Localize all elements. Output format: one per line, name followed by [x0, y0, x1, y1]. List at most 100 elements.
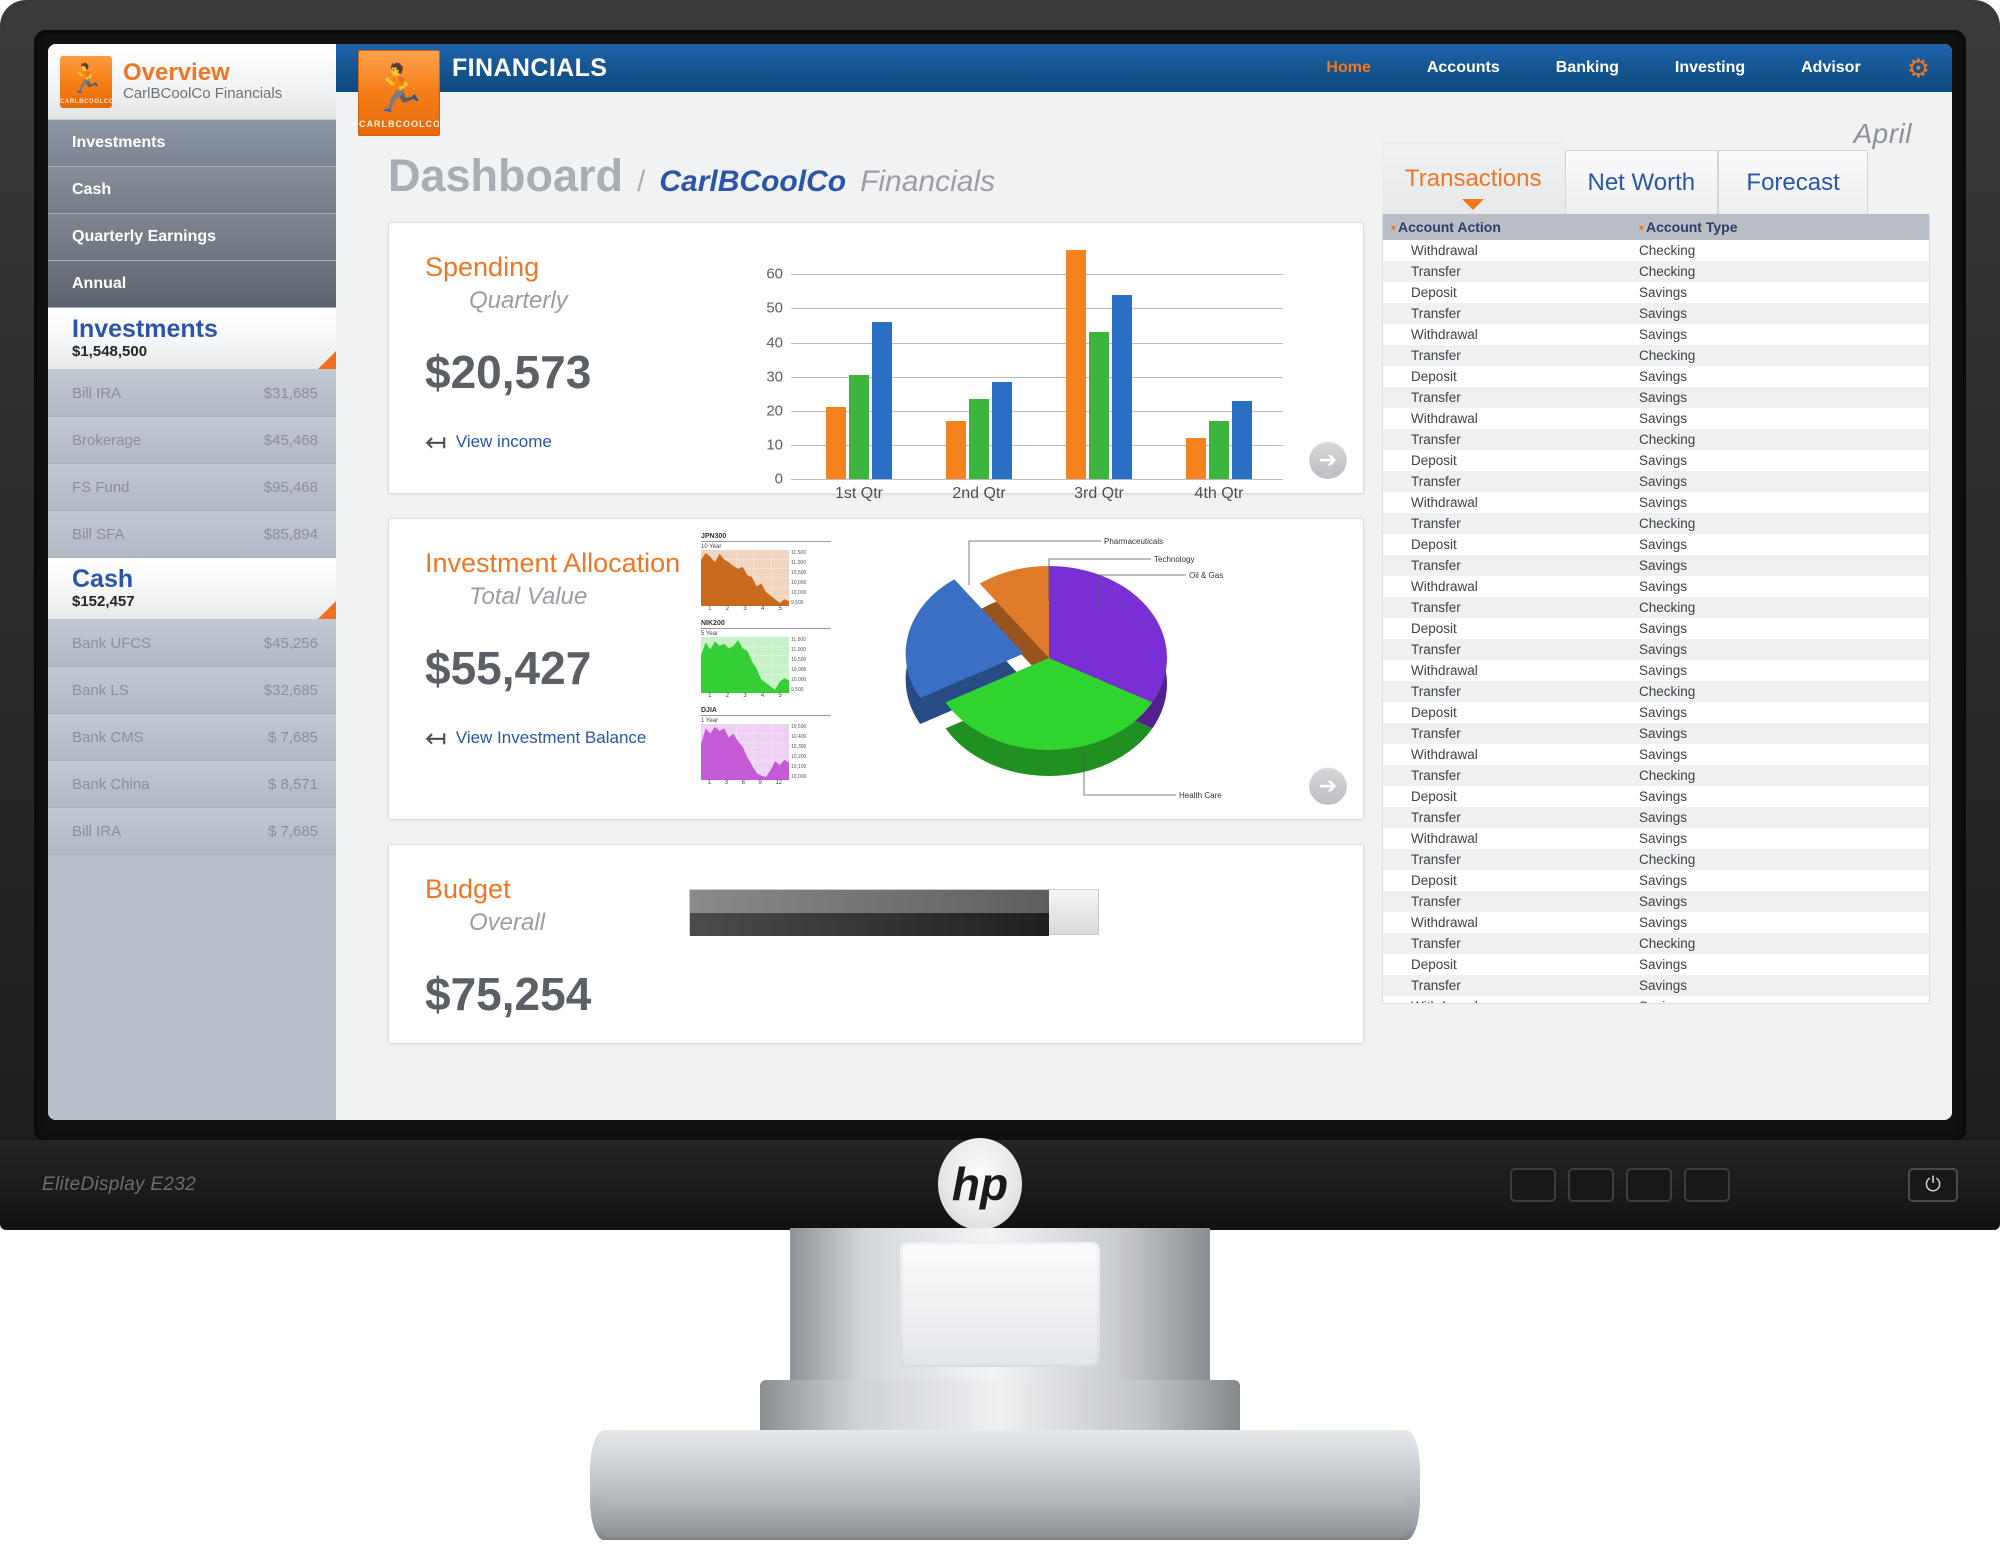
cell-account-action: Deposit: [1411, 453, 1457, 468]
account-value: $ 7,685: [267, 822, 318, 840]
bar: [946, 421, 966, 479]
bar: [872, 322, 892, 479]
view-income-link[interactable]: ↤ View income: [425, 429, 689, 455]
table-row[interactable]: Transfer Savings: [1383, 639, 1929, 660]
osd-button[interactable]: [1684, 1168, 1730, 1202]
table-row[interactable]: Transfer Checking: [1383, 429, 1929, 450]
tab-investing[interactable]: Investing: [1647, 59, 1773, 77]
list-item[interactable]: Bill IRA $ 7,685: [48, 808, 336, 855]
sidebar-item-quarterly-earnings[interactable]: Quarterly Earnings: [48, 214, 336, 261]
table-row[interactable]: WithdrawalSavings: [1383, 744, 1929, 765]
table-row[interactable]: WithdrawalSavings: [1383, 408, 1929, 429]
account-name: Bill IRA: [72, 384, 122, 402]
cell-account-type: Savings: [1639, 369, 1688, 384]
tab-banking[interactable]: Banking: [1528, 59, 1647, 77]
y-axis-tick: 60: [766, 265, 783, 283]
table-row[interactable]: Deposit Savings: [1383, 450, 1929, 471]
table-row[interactable]: Transfer Checking: [1383, 849, 1929, 870]
tab-forecast[interactable]: Forecast: [1718, 150, 1869, 214]
tab-home[interactable]: Home: [1298, 59, 1398, 77]
list-item[interactable]: Bank UFCS $45,256: [48, 620, 336, 667]
tab-net-worth[interactable]: Net Worth: [1564, 150, 1719, 214]
bar: [1112, 294, 1132, 479]
table-row[interactable]: Transfer Checking: [1383, 261, 1929, 282]
table-row[interactable]: Transfer Checking: [1383, 681, 1929, 702]
list-item[interactable]: Bill SFA $85,894: [48, 511, 336, 558]
cell-account-action: Deposit: [1411, 285, 1457, 300]
tab-transactions[interactable]: Transactions: [1382, 142, 1565, 214]
table-row[interactable]: Deposit Savings: [1383, 786, 1929, 807]
table-row[interactable]: Transfer Checking: [1383, 345, 1929, 366]
sidebar-item-investments[interactable]: Investments: [48, 120, 336, 167]
table-row[interactable]: Transfer Savings: [1383, 807, 1929, 828]
osd-button[interactable]: [1568, 1168, 1614, 1202]
spending-bar-chart: 60 50 40 30 20 10 0 1st Qtr 2nd Qtr 3rd Qtr 4th Qt…: [749, 247, 1303, 502]
cell-account-type: Savings: [1639, 663, 1688, 678]
table-row[interactable]: Transfer Checking: [1383, 765, 1929, 786]
table-row[interactable]: Transfer Checking: [1383, 597, 1929, 618]
sidebar-group-investments[interactable]: Investments $1,548,500: [48, 308, 336, 370]
chart-gridline: [791, 479, 1283, 480]
cell-account-action: Transfer: [1411, 516, 1461, 531]
list-item[interactable]: Bill IRA $31,685: [48, 370, 336, 417]
table-row[interactable]: Transfer Savings: [1383, 555, 1929, 576]
table-row[interactable]: Transfer Savings: [1383, 891, 1929, 912]
table-row[interactable]: Transfer Checking: [1383, 513, 1929, 534]
table-row[interactable]: WithdrawalSavings: [1383, 324, 1929, 345]
sort-indicator-icon: ▪: [1391, 219, 1396, 235]
column-header-account-action[interactable]: ▪ Account Action: [1383, 219, 1631, 235]
table-row[interactable]: Deposit Savings: [1383, 534, 1929, 555]
table-row[interactable]: Transfer Savings: [1383, 303, 1929, 324]
expand-corner-icon[interactable]: [318, 601, 336, 619]
table-row[interactable]: Withdrawal Checking: [1383, 240, 1929, 261]
breadcrumb-company: CarlBCoolCo: [659, 165, 847, 198]
bar-series: [799, 247, 1279, 479]
page-title-main: Dashboard: [388, 150, 624, 201]
list-item[interactable]: Brokerage $45,468: [48, 417, 336, 464]
group-total: $152,457: [72, 593, 135, 611]
table-row[interactable]: Deposit Savings: [1383, 618, 1929, 639]
monitor-stand-base: [590, 1430, 1420, 1540]
sidebar-item-cash[interactable]: Cash: [48, 167, 336, 214]
pie-slice-label: Pharmaceuticals: [1104, 537, 1163, 546]
table-row[interactable]: Transfer Checking: [1383, 933, 1929, 954]
table-row[interactable]: Transfer Savings: [1383, 975, 1929, 996]
next-arrow-icon[interactable]: ➔: [1309, 441, 1347, 479]
table-row[interactable]: WithdrawalSavings: [1383, 828, 1929, 849]
sparkline-card: NIK200 5 Year 11,500 11,000 10,500 10,000 10,0…: [701, 620, 831, 699]
table-row[interactable]: Deposit Savings: [1383, 870, 1929, 891]
column-header-account-type[interactable]: ▪ Account Type: [1631, 219, 1929, 235]
table-row[interactable]: WithdrawalSavings: [1383, 492, 1929, 513]
list-item[interactable]: Bank CMS $ 7,685: [48, 714, 336, 761]
account-name: Bank CMS: [72, 728, 144, 746]
table-row[interactable]: Deposit Savings: [1383, 702, 1929, 723]
power-icon[interactable]: ⏻: [1908, 1168, 1958, 1202]
gear-icon[interactable]: ⚙: [1889, 55, 1930, 81]
sparkline-title: DJIA: [701, 707, 831, 716]
table-row[interactable]: WithdrawalSavings: [1383, 912, 1929, 933]
sidebar-header: 🏃 CARLBCOOLCO Overview CarlBCoolCo Finan…: [48, 44, 336, 120]
table-row[interactable]: Transfer Savings: [1383, 723, 1929, 744]
table-row[interactable]: Transfer Savings: [1383, 471, 1929, 492]
table-row[interactable]: Deposit Savings: [1383, 366, 1929, 387]
sidebar-group-cash[interactable]: Cash $152,457: [48, 558, 336, 620]
expand-corner-icon[interactable]: [318, 351, 336, 369]
table-row[interactable]: WithdrawalSavings: [1383, 576, 1929, 597]
list-item[interactable]: Bank China $ 8,571: [48, 761, 336, 808]
list-item[interactable]: Bank LS $32,685: [48, 667, 336, 714]
cell-account-action: Transfer: [1411, 264, 1461, 279]
table-row[interactable]: Deposit Savings: [1383, 954, 1929, 975]
osd-button[interactable]: [1626, 1168, 1672, 1202]
list-item[interactable]: FS Fund $95,468: [48, 464, 336, 511]
sidebar-item-annual[interactable]: Annual: [48, 261, 336, 308]
tab-accounts[interactable]: Accounts: [1399, 59, 1528, 77]
osd-button[interactable]: [1510, 1168, 1556, 1202]
view-investment-balance-link[interactable]: ↤ View Investment Balance: [425, 725, 689, 751]
cell-account-type: Savings: [1631, 999, 1929, 1003]
table-row[interactable]: Transfer Savings: [1383, 387, 1929, 408]
table-row[interactable]: Deposit Savings: [1383, 282, 1929, 303]
tab-advisor[interactable]: Advisor: [1773, 59, 1889, 77]
table-row[interactable]: WithdrawalSavings: [1383, 660, 1929, 681]
table-row[interactable]: WithdrawalSavings: [1383, 996, 1929, 1003]
next-arrow-icon[interactable]: ➔: [1309, 767, 1347, 805]
